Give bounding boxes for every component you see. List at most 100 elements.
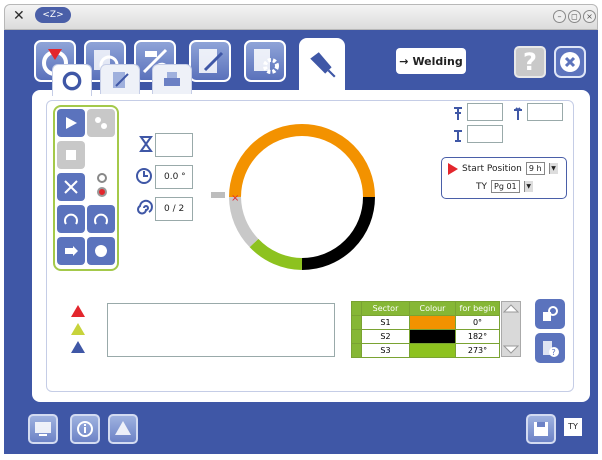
close-icon: [560, 52, 580, 72]
pass-field[interactable]: 0 / 2: [155, 197, 193, 221]
title-bar: ✕ <Z> – ◻ ×: [4, 4, 598, 30]
sector-begin: 182°: [455, 329, 500, 344]
main-window: → Welding ? 0.0 ° 0 / 2 × Start Position…: [4, 30, 598, 454]
scroll-down-icon[interactable]: [502, 345, 520, 355]
table-scrollbar[interactable]: [501, 301, 521, 357]
column-header-begin: for begin: [455, 301, 500, 316]
warning-yellow-icon: [71, 323, 85, 335]
param-field-b[interactable]: [527, 103, 563, 121]
rotate-left-icon: [64, 213, 78, 225]
clock-icon: [135, 167, 153, 185]
clamp-icon: [449, 105, 467, 123]
cycle-area: 0.0 ° 0 / 2 × Start Position 9 h ▼ TY Pg…: [46, 100, 574, 392]
tool-icon: [64, 180, 78, 194]
welding-tab[interactable]: [299, 38, 345, 90]
sector-name: S2: [361, 329, 410, 344]
start-marker: [211, 192, 225, 198]
sector-s1-arc: [229, 123, 375, 198]
stop-icon: [66, 150, 76, 160]
start-position-value: 9 h: [528, 164, 542, 173]
program-value: Pg 01: [494, 182, 517, 191]
timer-field[interactable]: [155, 133, 193, 157]
hourglass-icon: [137, 135, 155, 153]
program-select[interactable]: Pg 01: [491, 180, 520, 193]
sector-colour-swatch: [409, 329, 456, 344]
multi-point-button[interactable]: [87, 109, 115, 137]
rotate-right-icon: [94, 213, 108, 225]
sector-edit-button[interactable]: [535, 299, 565, 329]
column-header-colour: Colour: [409, 301, 456, 316]
restore-icon[interactable]: ◻: [568, 10, 581, 23]
ty-badge: TY: [564, 418, 582, 436]
param-field-c[interactable]: [467, 125, 503, 143]
monitor-button[interactable]: [28, 414, 58, 444]
dropdown-arrow-icon[interactable]: ▼: [523, 181, 533, 192]
full-circle-button[interactable]: [87, 237, 115, 265]
close-window-icon[interactable]: ×: [583, 10, 596, 23]
play-button[interactable]: [57, 109, 85, 137]
welding-mode-button[interactable]: → Welding: [396, 48, 466, 74]
sector-help-icon: ?: [543, 341, 559, 357]
rotate-left-button[interactable]: [57, 205, 85, 233]
sector-name: S3: [361, 343, 410, 358]
welding-label: Welding: [412, 54, 463, 68]
settings-icon: [254, 49, 279, 74]
ty-label: TY: [476, 181, 487, 192]
tab-print[interactable]: [152, 64, 192, 94]
sector-begin: 0°: [455, 315, 500, 330]
welding-torch-icon: [310, 52, 336, 78]
sector-name: S1: [361, 315, 410, 330]
electrode-icon: [509, 105, 527, 123]
minimize-icon[interactable]: –: [553, 10, 566, 23]
tool-button[interactable]: [57, 173, 85, 201]
row-marker: [351, 329, 362, 344]
edit-icon: [199, 49, 224, 73]
angle-field[interactable]: 0.0 °: [155, 165, 193, 189]
param-field-a[interactable]: [467, 103, 503, 121]
cycle-icon: [62, 71, 82, 90]
table-row[interactable]: S3 273°: [351, 343, 500, 358]
sector-s3-arc: [249, 238, 303, 270]
layers-button[interactable]: [108, 414, 138, 444]
start-position-label: Start Position: [462, 163, 522, 174]
indicator-on-icon: [97, 187, 107, 197]
forward-button[interactable]: [57, 237, 85, 265]
arrow-icon: →: [399, 54, 409, 68]
table-corner: [351, 301, 362, 316]
table-row[interactable]: S1 0°: [351, 315, 500, 330]
printer-icon: [164, 71, 180, 86]
column-header-sector: Sector: [361, 301, 410, 316]
settings-button[interactable]: [244, 40, 286, 82]
warning-blue-icon: [71, 341, 85, 353]
dots-icon: [95, 117, 107, 129]
edit-button[interactable]: [189, 40, 231, 82]
table-row[interactable]: S2 182°: [351, 329, 500, 344]
monitor-icon: [35, 422, 51, 436]
save-icon: [534, 422, 548, 436]
info-button[interactable]: [70, 414, 100, 444]
app-logo: ✕: [13, 8, 25, 24]
start-position-select[interactable]: 9 h: [525, 162, 545, 175]
play-icon: [66, 117, 77, 129]
tab-edit[interactable]: [100, 64, 140, 94]
stop-button[interactable]: [57, 141, 85, 169]
window-tab[interactable]: <Z>: [35, 7, 71, 23]
tab-cycle[interactable]: [52, 64, 92, 96]
sector-colour-swatch: [409, 315, 456, 330]
svg-text:?: ?: [552, 348, 556, 357]
sector-ring: ×: [211, 123, 375, 270]
sector-begin: 273°: [455, 343, 500, 358]
rotate-right-button[interactable]: [87, 205, 115, 233]
close-button[interactable]: [554, 46, 586, 78]
forward-icon: [65, 246, 78, 256]
message-box: [107, 303, 335, 357]
help-button[interactable]: ?: [514, 46, 546, 78]
full-circle-icon: [95, 245, 107, 257]
scroll-up-icon[interactable]: [502, 303, 520, 313]
control-group: [53, 105, 119, 271]
info-icon: [77, 421, 93, 437]
sector-help-button[interactable]: ?: [535, 333, 565, 363]
dropdown-arrow-icon[interactable]: ▼: [548, 163, 558, 174]
content-panel: 0.0 ° 0 / 2 × Start Position 9 h ▼ TY Pg…: [32, 64, 590, 402]
save-button[interactable]: [526, 414, 556, 444]
